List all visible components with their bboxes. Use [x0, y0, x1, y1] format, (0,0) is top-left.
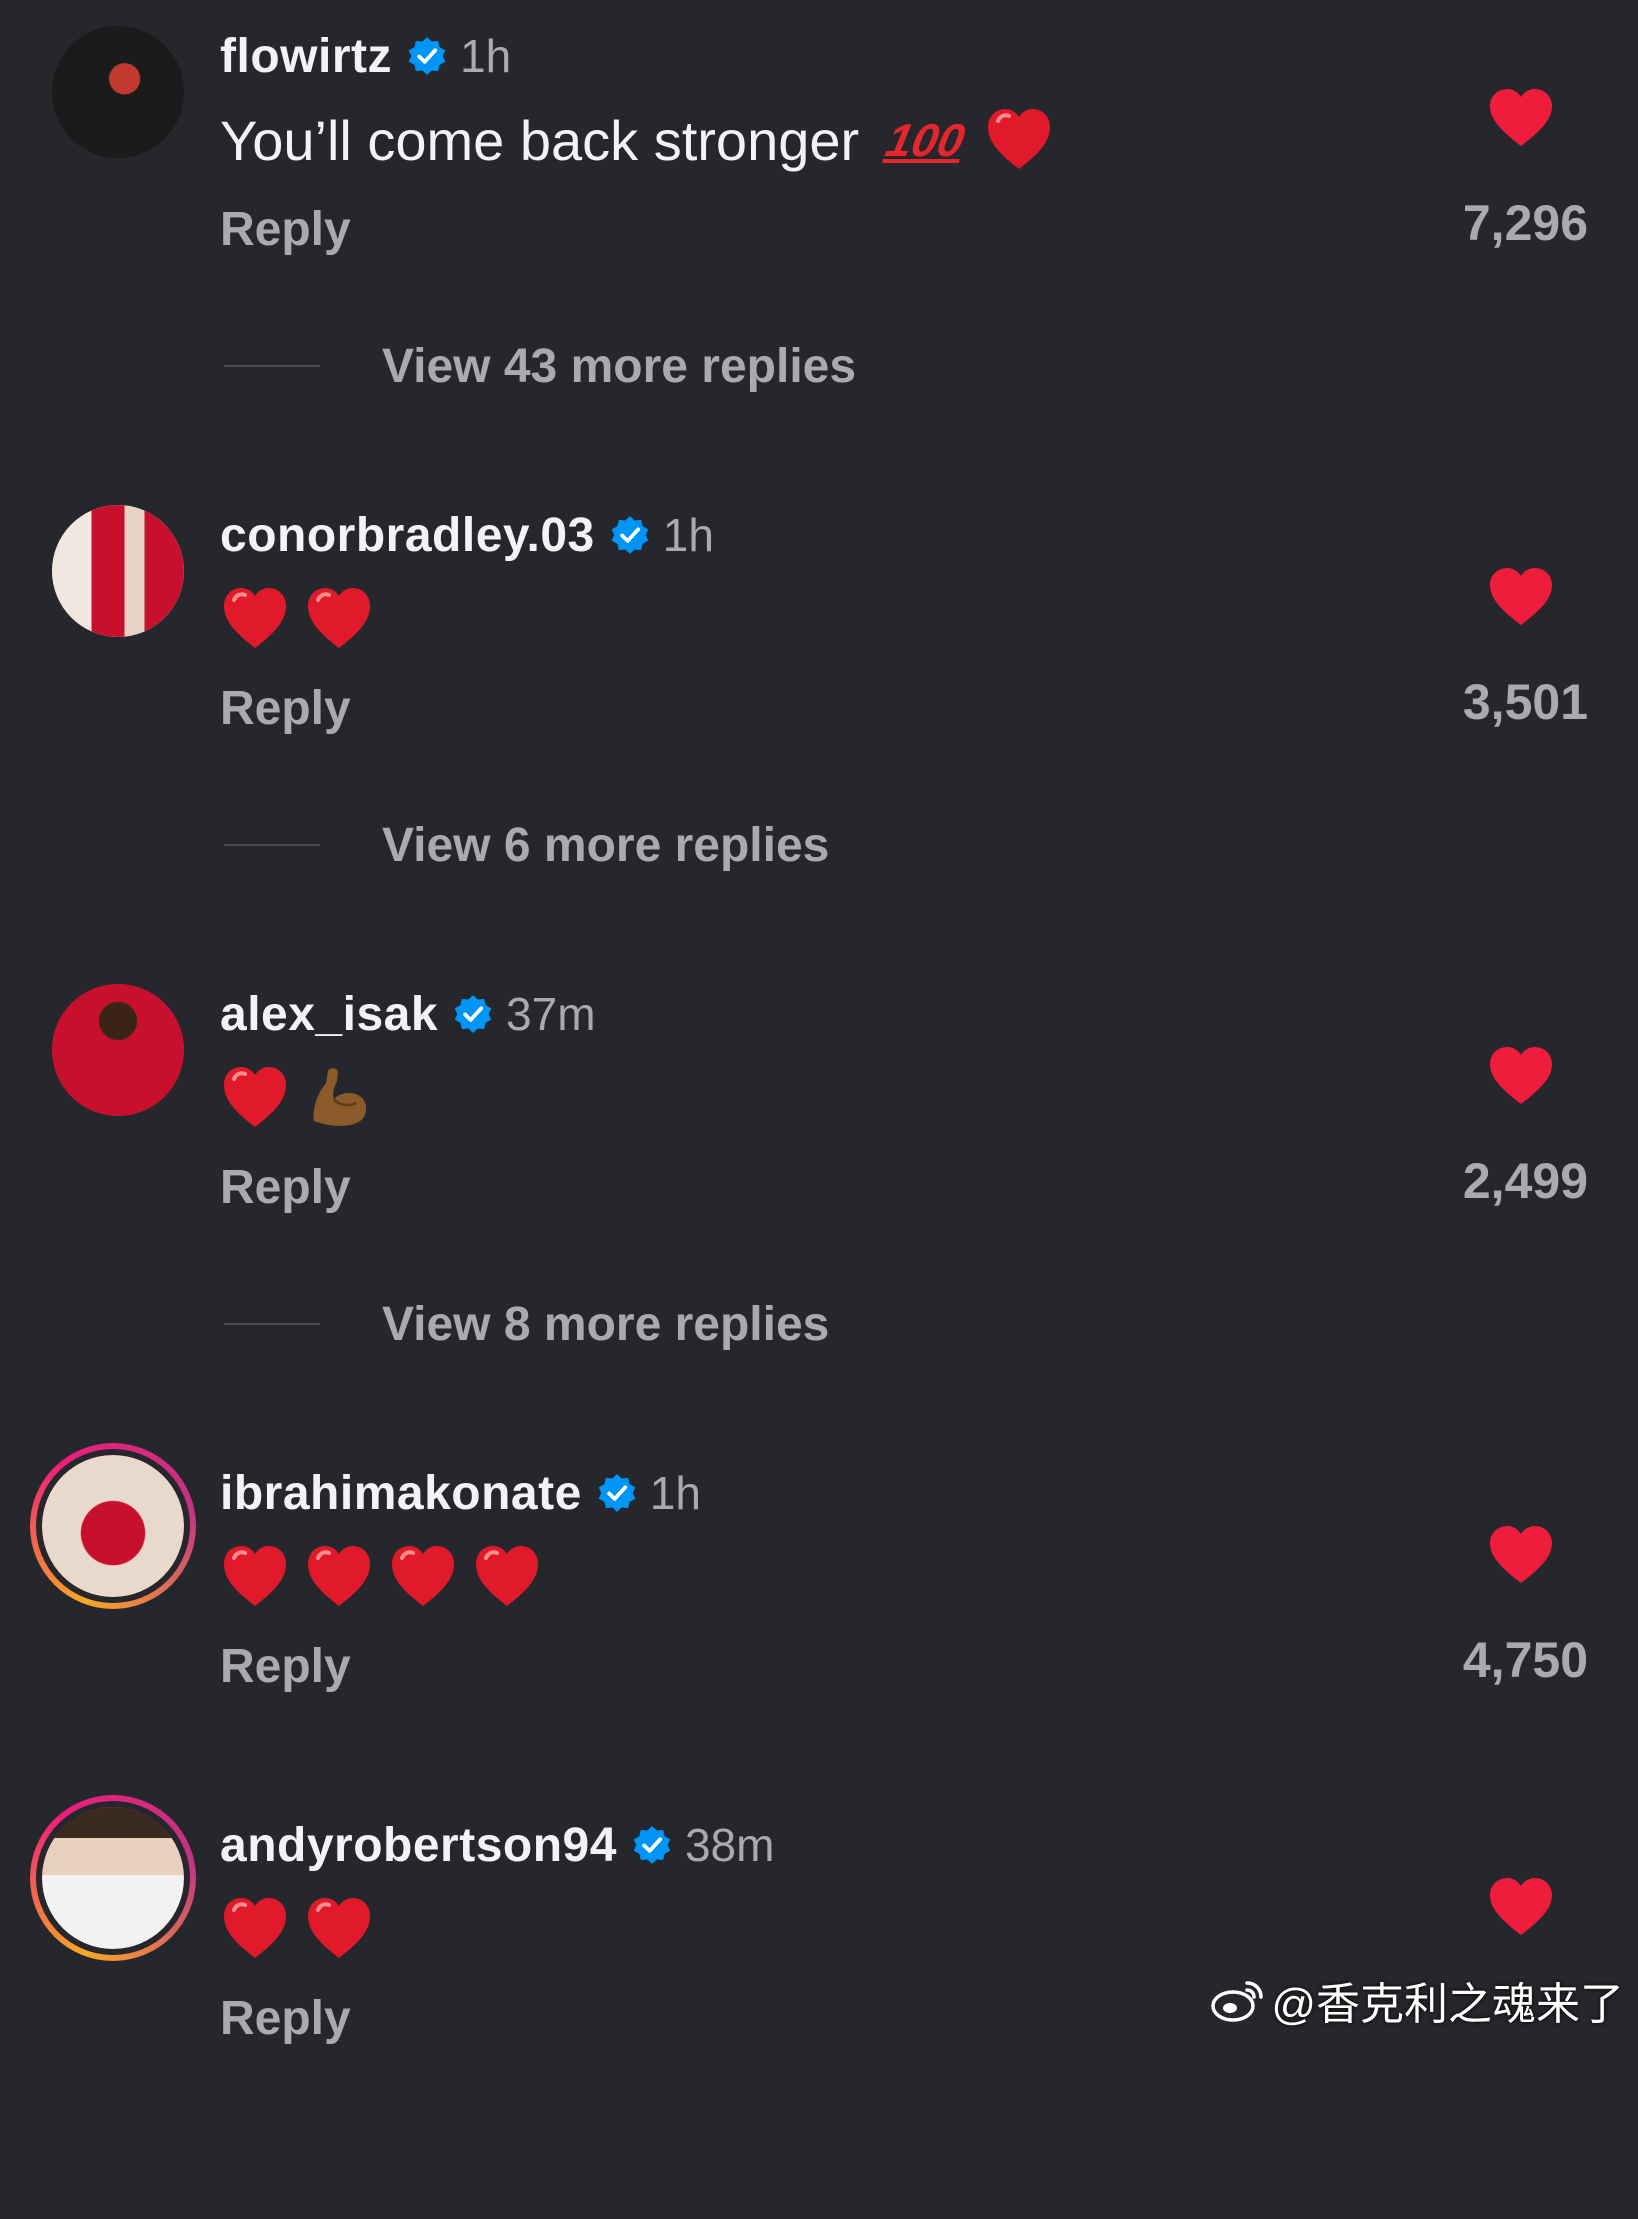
avatar-story-ring[interactable]: [30, 1443, 196, 1609]
timestamp: 1h: [649, 1467, 701, 1519]
red-heart-emoji: [472, 1542, 542, 1612]
like-count[interactable]: 2,499: [1463, 1152, 1588, 1210]
avatar: [36, 1801, 190, 1955]
reply-button[interactable]: Reply: [220, 1160, 351, 1215]
avatar-photo: [42, 1455, 184, 1597]
username[interactable]: ibrahimakonate: [220, 1466, 582, 1521]
like-count[interactable]: 4,750: [1463, 1631, 1588, 1689]
heart-like-icon[interactable]: [1488, 1525, 1554, 1585]
weibo-logo-icon: [1211, 1981, 1264, 2022]
verified-badge-icon: [406, 35, 448, 77]
avatar[interactable]: [52, 26, 184, 158]
red-heart-emoji: [220, 1063, 290, 1133]
hundred-points-emoji: 100: [881, 114, 970, 166]
view-replies-label: View 43 more replies: [382, 339, 857, 393]
reply-button[interactable]: Reply: [220, 202, 351, 257]
comment-text: You’ll come back stronger 100: [220, 100, 1068, 180]
avatar-photo: [52, 26, 184, 158]
like-count[interactable]: 7,296: [1463, 194, 1588, 252]
username[interactable]: flowirtz: [220, 29, 392, 84]
heart-like-icon[interactable]: [1488, 567, 1554, 627]
comment-header: flowirtz 1h: [220, 24, 511, 88]
comment-text: [220, 1889, 388, 1969]
red-heart-emoji: [304, 1894, 374, 1964]
view-replies-label: View 6 more replies: [382, 818, 830, 872]
comment-header: andyrobertson94 38m: [220, 1813, 774, 1877]
reply-button[interactable]: Reply: [220, 1991, 351, 2046]
heart-like-icon[interactable]: [1488, 1877, 1554, 1937]
timestamp: 1h: [662, 509, 714, 561]
reply-button[interactable]: Reply: [220, 1639, 351, 1694]
flexed-biceps-emoji: [304, 1063, 374, 1133]
view-replies-button[interactable]: View 43 more replies: [224, 334, 856, 398]
comment-flowirtz: flowirtz 1h You’ll come back stronger 10…: [0, 10, 1638, 430]
comment-header: conorbradley.03 1h: [220, 503, 714, 567]
verified-badge-icon: [631, 1824, 673, 1866]
replies-divider: [224, 1323, 320, 1325]
red-heart-emoji: [304, 1542, 374, 1612]
watermark: @香克利之魂来了: [1209, 1970, 1624, 2030]
reply-button[interactable]: Reply: [220, 681, 351, 736]
red-heart-emoji: [984, 105, 1054, 175]
view-replies-button[interactable]: View 8 more replies: [224, 1292, 829, 1356]
comment-body: You’ll come back stronger: [220, 108, 860, 172]
view-replies-button[interactable]: View 6 more replies: [224, 813, 829, 877]
timestamp: 38m: [684, 1819, 775, 1871]
comment-text: [220, 1537, 556, 1617]
avatar[interactable]: [52, 984, 184, 1116]
red-heart-emoji: [304, 584, 374, 654]
avatar-photo: [52, 505, 184, 637]
heart-like-icon[interactable]: [1488, 1046, 1554, 1106]
comment-alex-isak: alex_isak 37m Reply 2,499 View 8 more re…: [0, 968, 1638, 1388]
comment-header: ibrahimakonate 1h: [220, 1461, 701, 1525]
red-heart-emoji: [220, 1542, 290, 1612]
avatar-story-ring[interactable]: [30, 1795, 196, 1961]
verified-badge-icon: [596, 1472, 638, 1514]
username[interactable]: andyrobertson94: [220, 1818, 617, 1873]
avatar-photo: [52, 984, 184, 1116]
comment-text: [220, 579, 388, 659]
replies-divider: [224, 844, 320, 846]
view-replies-label: View 8 more replies: [382, 1297, 830, 1351]
avatar: [36, 1449, 190, 1603]
watermark-text: @香克利之魂来了: [1271, 1980, 1624, 2029]
red-heart-emoji: [388, 1542, 458, 1612]
avatar-photo: [42, 1807, 184, 1949]
username[interactable]: alex_isak: [220, 987, 438, 1042]
timestamp: 1h: [459, 30, 512, 82]
verified-badge-icon: [452, 993, 494, 1035]
replies-divider: [224, 365, 320, 367]
comment-text: [220, 1058, 388, 1138]
avatar[interactable]: [52, 505, 184, 637]
red-heart-emoji: [220, 584, 290, 654]
timestamp: 37m: [506, 988, 596, 1040]
like-count[interactable]: 3,501: [1463, 673, 1588, 731]
red-heart-emoji: [220, 1894, 290, 1964]
verified-badge-icon: [609, 514, 651, 556]
username[interactable]: conorbradley.03: [220, 508, 595, 563]
comment-header: alex_isak 37m: [220, 982, 596, 1046]
heart-like-icon[interactable]: [1488, 88, 1554, 148]
comment-conorbradley: conorbradley.03 1h Reply 3,501 View 6 mo…: [0, 489, 1638, 909]
